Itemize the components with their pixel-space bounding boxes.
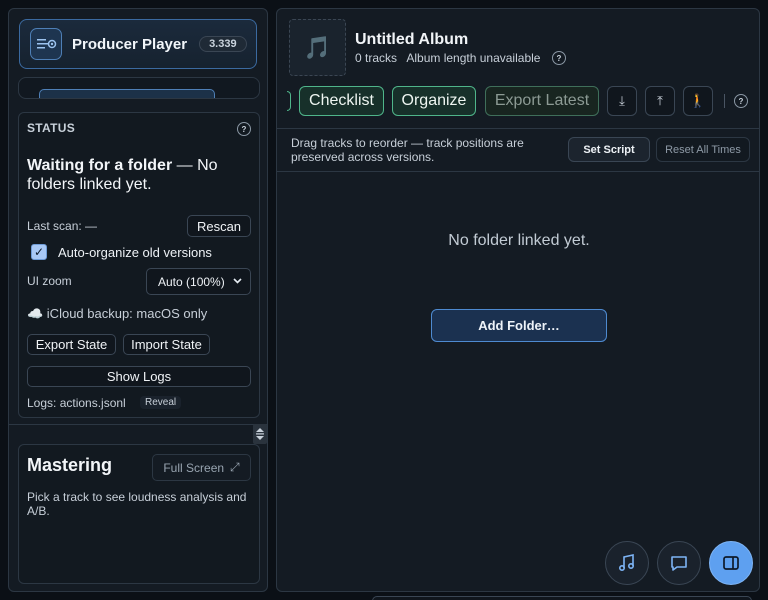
auto-organize-checkbox[interactable]: ✓ <box>31 244 47 260</box>
album-title[interactable]: Untitled Album <box>355 31 468 49</box>
mastering-description: Pick a track to see loudness analysis an… <box>27 490 247 518</box>
last-scan-label: Last scan: — <box>27 219 98 233</box>
icloud-backup-text: ☁️ iCloud backup: macOS only <box>27 306 208 321</box>
logs-file-text: Logs: actions.jsonl <box>27 396 126 410</box>
chevron-down-icon <box>232 275 243 289</box>
hint-bar: Drag tracks to reorder — track positions… <box>277 128 759 172</box>
bottom-panel-edge <box>372 596 752 600</box>
upload-icon[interactable]: ⤒ <box>645 86 675 116</box>
app-header: Producer Player 3.339 <box>19 19 257 69</box>
toolbar-scroll-edge <box>287 91 291 111</box>
version-badge: 3.339 <box>199 36 247 52</box>
status-card: STATUS ? Waiting for a folder — No folde… <box>18 112 260 418</box>
add-folder-button[interactable]: Add Folder… <box>431 309 607 342</box>
sidebar-toggle-icon[interactable] <box>709 541 753 585</box>
app-logo-icon <box>30 28 62 60</box>
status-heading: STATUS <box>27 121 76 135</box>
album-length: Album length unavailable <box>406 51 541 65</box>
app-title: Producer Player <box>72 35 188 53</box>
set-script-button[interactable]: Set Script <box>568 137 650 162</box>
album-pane: 🎵 Untitled Album 0 tracks Album length u… <box>276 8 760 592</box>
toolbar-separator <box>724 94 725 108</box>
album-meta: 0 tracks Album length unavailable <box>355 51 540 65</box>
auto-organize-label: Auto-organize old versions <box>58 245 212 260</box>
checklist-button[interactable]: Checklist <box>299 86 384 116</box>
view-tab-active[interactable] <box>39 89 215 98</box>
export-latest-button[interactable]: Export Latest <box>485 86 599 116</box>
ui-zoom-value: Auto (100%) <box>158 274 225 289</box>
organize-button[interactable]: Organize <box>392 86 476 116</box>
music-icon[interactable] <box>605 541 649 585</box>
pane-divider <box>9 424 267 425</box>
expand-icon: ⤢ <box>230 460 240 474</box>
full-screen-label: Full Screen <box>163 460 225 475</box>
music-note-icon: 🎵 <box>303 34 332 60</box>
ui-zoom-label: UI zoom <box>27 274 72 288</box>
reorder-hint: Drag tracks to reorder — track positions… <box>291 136 524 164</box>
view-tabs-strip[interactable] <box>18 77 260 99</box>
empty-state-message: No folder linked yet. <box>448 232 590 249</box>
track-count: 0 tracks <box>355 51 398 65</box>
show-logs-button[interactable]: Show Logs <box>27 366 251 387</box>
resize-handle-icon[interactable] <box>253 424 267 444</box>
download-icon[interactable]: ⤓ <box>607 86 637 116</box>
walk-icon[interactable]: 🚶 <box>683 86 713 116</box>
status-help-icon[interactable]: ? <box>237 122 251 136</box>
ui-zoom-select[interactable]: Auto (100%) <box>146 268 251 295</box>
full-screen-button[interactable]: Full Screen ⤢ <box>152 454 251 481</box>
export-state-button[interactable]: Export State <box>27 334 116 355</box>
mastering-card: Mastering Full Screen ⤢ Pick a track to … <box>18 444 260 584</box>
import-state-button[interactable]: Import State <box>123 334 210 355</box>
album-help-icon[interactable]: ? <box>552 51 566 65</box>
left-sidebar: Producer Player 3.339 STATUS ? Waiting f… <box>8 8 268 592</box>
rescan-button[interactable]: Rescan <box>187 215 251 237</box>
status-message-strong: Waiting for a folder <box>27 157 173 174</box>
toolbar-help-icon[interactable]: ? <box>734 94 748 108</box>
reset-all-times-button[interactable]: Reset All Times <box>656 137 750 162</box>
chat-icon[interactable] <box>657 541 701 585</box>
reveal-logs-button[interactable]: Reveal <box>140 396 182 409</box>
mastering-title: Mastering <box>27 455 113 475</box>
status-message: Waiting for a folder — No folders linked… <box>27 156 247 194</box>
album-art-placeholder[interactable]: 🎵 <box>289 19 346 76</box>
